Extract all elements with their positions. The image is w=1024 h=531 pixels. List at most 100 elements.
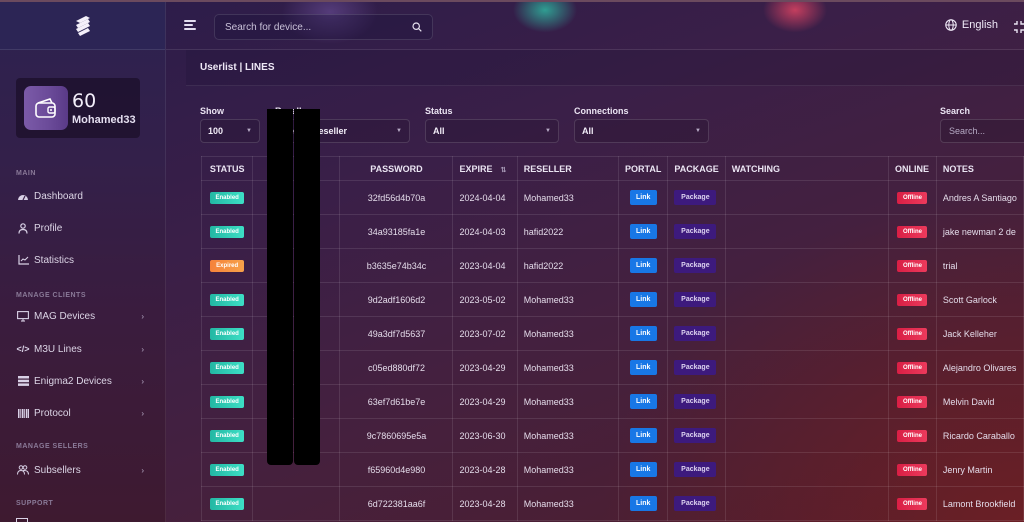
- sidebar-item-label: Profile: [34, 222, 63, 234]
- watching-cell: [724, 180, 890, 215]
- table-row[interactable]: Enabled 32fd56d4b70a 2024-04-04 Mohamed33 Li…: [200, 180, 1024, 215]
- status-badge: Enabled: [210, 294, 245, 306]
- sidebar-item-protocol[interactable]: Protocol ›: [16, 404, 148, 422]
- table-row[interactable]: Enabled 6d722381aa6f 2023-04-28 Mohamed33 Li…: [200, 486, 1024, 521]
- filter-show-label: Show: [200, 106, 224, 116]
- sidebar-item-label: M3U Lines: [34, 343, 82, 355]
- online-cell: Offline: [888, 384, 937, 419]
- filters-bar: Show 100 ▼ Reseller Select Reseller ▼ St…: [200, 106, 1024, 146]
- portal-link-button[interactable]: Link: [629, 190, 657, 205]
- sidebar-item-m3u-lines[interactable]: </> M3U Lines ›: [16, 340, 148, 358]
- expire-cell: 2023-04-28: [452, 452, 518, 487]
- column-header-watching[interactable]: WATCHING: [724, 156, 890, 181]
- logo[interactable]: [0, 2, 165, 50]
- package-cell: Package: [667, 248, 726, 283]
- status-cell: Enabled: [200, 452, 254, 487]
- barcode-icon: [16, 407, 30, 419]
- expire-cell: 2023-04-29: [452, 384, 518, 419]
- status-badge: Enabled: [210, 430, 245, 442]
- package-button[interactable]: Package: [674, 428, 717, 443]
- menu-toggle-button[interactable]: [184, 20, 196, 30]
- password-cell: 32fd56d4b70a: [339, 180, 454, 215]
- status-badge: Enabled: [210, 362, 245, 374]
- portal-link-button[interactable]: Link: [629, 394, 657, 409]
- reseller-cell: Mohamed33: [516, 452, 620, 487]
- page-title: Userlist | LINES: [186, 50, 1024, 86]
- package-button[interactable]: Package: [674, 292, 717, 307]
- redaction-block: [294, 109, 320, 465]
- code-icon: </>: [16, 344, 30, 354]
- sidebar-item-profile[interactable]: Profile: [16, 219, 148, 237]
- online-cell: Offline: [888, 316, 937, 351]
- status-cell: Enabled: [200, 316, 254, 351]
- table-search-input[interactable]: [949, 126, 1024, 136]
- reseller-cell: Mohamed33: [516, 418, 620, 453]
- package-cell: Package: [667, 486, 726, 521]
- column-header-password[interactable]: PASSWORD: [339, 156, 454, 181]
- portal-link-button[interactable]: Link: [629, 224, 657, 239]
- table-search[interactable]: [940, 119, 1024, 143]
- table-row[interactable]: Enabled 9d2adf1606d2 2023-05-02 Mohamed33 Li…: [200, 282, 1024, 317]
- watching-cell: [724, 486, 890, 521]
- user-icon: [16, 222, 30, 234]
- package-button[interactable]: Package: [674, 394, 717, 409]
- column-header-portal[interactable]: PORTAL: [618, 156, 669, 181]
- wallet-card: 60 Mohamed33: [16, 78, 140, 138]
- sidebar-item-label: Statistics: [34, 254, 75, 266]
- package-button[interactable]: Package: [674, 360, 717, 375]
- status-badge: Enabled: [210, 226, 245, 238]
- package-button[interactable]: Package: [674, 326, 717, 341]
- column-header-expire[interactable]: EXPIRE ⇅: [452, 156, 518, 181]
- column-header-reseller[interactable]: RESELLER: [516, 156, 620, 181]
- portal-link-button[interactable]: Link: [629, 326, 657, 341]
- language-selector[interactable]: English: [945, 19, 998, 31]
- connections-select[interactable]: All ▼: [574, 119, 709, 143]
- server-icon: [16, 375, 30, 387]
- package-button[interactable]: Package: [674, 462, 717, 477]
- chevron-right-icon: ›: [141, 376, 144, 386]
- show-entries-select[interactable]: 100 ▼: [200, 119, 260, 143]
- table-row[interactable]: Enabled c05ed880df72 2023-04-29 Mohamed33 Li…: [200, 350, 1024, 385]
- sidebar-item-subsellers[interactable]: Subsellers ›: [16, 461, 148, 479]
- portal-link-button[interactable]: Link: [629, 292, 657, 307]
- sidebar-item-enigma2-devices[interactable]: Enigma2 Devices ›: [16, 372, 148, 390]
- package-button[interactable]: Package: [674, 190, 717, 205]
- portal-link-button[interactable]: Link: [629, 496, 657, 511]
- portal-cell: Link: [618, 180, 669, 215]
- column-header-notes[interactable]: NOTES: [935, 156, 1024, 181]
- device-search[interactable]: [214, 14, 433, 40]
- portal-link-button[interactable]: Link: [629, 360, 657, 375]
- sidebar-item-mag-devices[interactable]: MAG Devices ›: [16, 307, 148, 325]
- sidebar-item-dashboard[interactable]: Dashboard: [16, 187, 148, 205]
- table-row[interactable]: Enabled f65960d4e980 2023-04-28 Mohamed33 Li…: [200, 452, 1024, 487]
- password-cell: 6d722381aa6f: [339, 486, 454, 521]
- watching-cell: [724, 452, 890, 487]
- status-cell: Enabled: [200, 418, 254, 453]
- device-search-input[interactable]: [225, 21, 412, 33]
- table-row[interactable]: Enabled 34a93185fa1e 2024-04-03 hafid2022 Li…: [200, 214, 1024, 249]
- expire-cell: 2023-05-02: [452, 282, 518, 317]
- fullscreen-icon[interactable]: [1014, 20, 1024, 33]
- column-header-online[interactable]: ONLINE: [888, 156, 937, 181]
- online-status-badge: Offline: [897, 464, 928, 476]
- online-status-badge: Offline: [897, 396, 928, 408]
- table-row[interactable]: Enabled 63ef7d61be7e 2023-04-29 Mohamed33 Li…: [200, 384, 1024, 419]
- userlist-table-wrapper: STATUS PASSWORD EXPIRE ⇅ RESELLER PORTAL …: [200, 156, 1024, 521]
- table-row[interactable]: Enabled 49a3df7d5637 2023-07-02 Mohamed33 Li…: [200, 316, 1024, 351]
- package-button[interactable]: Package: [674, 258, 717, 273]
- table-row[interactable]: Enabled 9c7860695e5a 2023-06-30 Mohamed33 Li…: [200, 418, 1024, 453]
- column-header-status[interactable]: STATUS: [200, 156, 254, 181]
- password-cell: 9d2adf1606d2: [339, 282, 454, 317]
- package-button[interactable]: Package: [674, 496, 717, 511]
- search-icon[interactable]: [412, 22, 422, 32]
- package-button[interactable]: Package: [674, 224, 717, 239]
- portal-link-button[interactable]: Link: [629, 258, 657, 273]
- portal-link-button[interactable]: Link: [629, 462, 657, 477]
- sidebar-item-label: Dashboard: [34, 190, 83, 202]
- portal-link-button[interactable]: Link: [629, 428, 657, 443]
- sort-icon[interactable]: ⇅: [500, 167, 506, 174]
- status-select[interactable]: All ▼: [425, 119, 559, 143]
- sidebar-item-statistics[interactable]: Statistics: [16, 251, 148, 269]
- column-header-package[interactable]: PACKAGE: [667, 156, 726, 181]
- table-row[interactable]: Expired b3635e74b34c 2023-04-04 hafid2022 Li…: [200, 248, 1024, 283]
